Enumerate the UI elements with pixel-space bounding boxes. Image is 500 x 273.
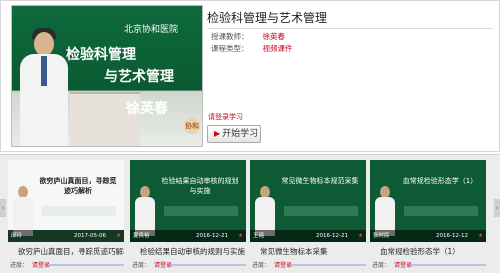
teacher-link[interactable]: 徐英春 <box>263 32 286 41</box>
progress-label: 进度： <box>252 262 271 269</box>
speaker-figure <box>374 186 396 236</box>
progress-bar <box>48 264 124 266</box>
course-info: 检验科管理与艺术管理 <box>207 9 487 26</box>
related-card[interactable]: 检验结果自动审核的规划与实施 夏良裕 2016-12-21 ★ 检验结果自动审核… <box>130 160 246 270</box>
thumbnail-slide-text: 血常规检验形态学（1） <box>402 177 478 185</box>
favorite-icon[interactable]: ★ <box>478 230 483 242</box>
card-progress: 进度： 请登录 <box>10 260 50 269</box>
card-author: 张时民 <box>373 233 390 239</box>
progress-label: 进度： <box>10 262 29 269</box>
card-date: 2017-05-06 <box>74 233 106 239</box>
watermark-seal: 协和 <box>184 118 200 134</box>
card-date: 2016-12-12 <box>436 233 468 239</box>
next-arrow-icon[interactable]: › <box>494 199 500 217</box>
slide-title-line1: 检验科管理 <box>66 47 136 63</box>
play-icon: ▶ <box>214 129 221 138</box>
favorite-icon[interactable]: ★ <box>358 230 363 242</box>
main-video-player[interactable]: 北京协和医院 检验科管理 与艺术管理 徐英春 协和 <box>11 5 203 147</box>
title-divider <box>207 28 493 29</box>
thumbnail-slide-text: 检验结果自动审核的规划与实施 <box>161 177 239 195</box>
favorite-icon[interactable]: ★ <box>116 230 121 242</box>
card-thumbnail[interactable]: 欲穷庐山真面目，寻踪觅迹巧解析 邱玲 2017-05-06 ★ <box>8 160 124 242</box>
speaker-figure <box>12 186 34 236</box>
slide-title: 检验科管理 与艺术管理 <box>66 44 174 88</box>
card-thumbnail[interactable]: 血常规检验形态学（1） 张时民 2016-12-12 ★ <box>370 160 486 242</box>
speaker-figure <box>254 186 276 236</box>
card-progress: 进度： 请登录 <box>372 260 412 269</box>
card-thumbnail[interactable]: 常见微生物标本规范采集 王瑶 2016-12-21 ★ <box>250 160 366 242</box>
course-title: 检验科管理与艺术管理 <box>207 11 328 25</box>
progress-label: 进度： <box>372 262 391 269</box>
card-title-link[interactable]: 检验结果自动审核的规则与实施 <box>140 246 246 257</box>
login-hint-link[interactable]: 请登录学习 <box>208 112 243 122</box>
start-learning-label: 开始学习 <box>222 129 259 139</box>
thumbnail-slide-text: 常见微生物标本规范采集 <box>281 177 359 185</box>
card-title-link[interactable]: 常见微生物标本采集 <box>260 246 366 257</box>
card-author: 王瑶 <box>253 233 265 239</box>
card-author: 邱玲 <box>11 233 23 239</box>
prev-arrow-icon[interactable]: ‹ <box>0 199 6 217</box>
card-progress: 进度： 请登录 <box>132 260 172 269</box>
card-date: 2016-12-21 <box>316 233 348 239</box>
card-meta: 夏良裕 2016-12-21 ★ <box>130 230 246 242</box>
hospital-logo: 北京协和医院 <box>124 25 179 35</box>
related-courses-strip: ‹ › 欲穷庐山真面目，寻踪觅迹巧解析 邱玲 2017-05-06 ★ 欲穷庐山… <box>0 154 500 273</box>
teacher-row: 授课教师： 徐英春 <box>211 31 285 42</box>
type-label: 课程类型： <box>211 44 249 53</box>
card-title-link[interactable]: 血常规检验形态学（1） <box>380 246 486 257</box>
card-progress: 进度： 请登录 <box>252 260 292 269</box>
related-card[interactable]: 欲穷庐山真面目，寻踪觅迹巧解析 邱玲 2017-05-06 ★ 欲穷庐山真面目，… <box>8 160 124 270</box>
thumbnail-slide-text: 欲穷庐山真面目，寻踪觅迹巧解析 <box>39 177 117 195</box>
card-thumbnail[interactable]: 检验结果自动审核的规划与实施 夏良裕 2016-12-21 ★ <box>130 160 246 242</box>
card-meta: 张时民 2016-12-12 ★ <box>370 230 486 242</box>
speaker-figure <box>134 186 156 236</box>
related-card[interactable]: 常见微生物标本规范采集 王瑶 2016-12-21 ★ 常见微生物标本采集 进度… <box>250 160 366 270</box>
favorite-icon[interactable]: ★ <box>238 230 243 242</box>
slide-title-line2: 与艺术管理 <box>104 69 174 85</box>
slide-author: 徐英春 <box>126 101 168 117</box>
card-author: 夏良裕 <box>133 233 150 239</box>
type-row: 课程类型： 视频课件 <box>211 43 293 54</box>
progress-bar <box>410 264 486 266</box>
course-panel: 北京协和医院 检验科管理 与艺术管理 徐英春 协和 检验科管理与艺术管理 授课教… <box>0 0 500 152</box>
card-meta: 王瑶 2016-12-21 ★ <box>250 230 366 242</box>
related-card[interactable]: 血常规检验形态学（1） 张时民 2016-12-12 ★ 血常规检验形态学（1）… <box>370 160 486 270</box>
progress-bar <box>290 264 366 266</box>
type-value: 视频课件 <box>262 44 293 53</box>
card-title-link[interactable]: 欲穷庐山真面目，寻踪觅迹巧解析 <box>18 246 124 257</box>
start-learning-button[interactable]: ▶ 开始学习 <box>207 125 261 143</box>
teacher-label: 授课教师： <box>211 32 249 41</box>
progress-bar <box>170 264 246 266</box>
card-meta: 邱玲 2017-05-06 ★ <box>8 230 124 242</box>
progress-label: 进度： <box>132 262 151 269</box>
card-date: 2016-12-21 <box>196 233 228 239</box>
